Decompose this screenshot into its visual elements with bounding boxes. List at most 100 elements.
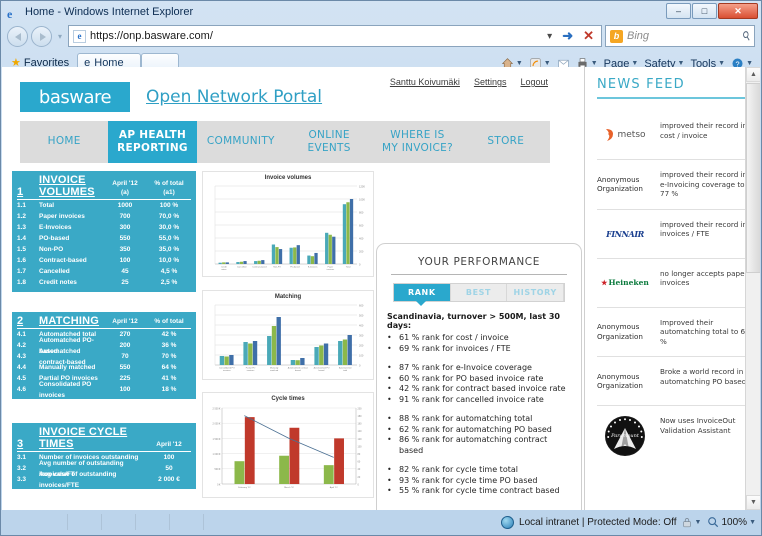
list-item[interactable]: Anonymous Organization improved their re…: [597, 160, 752, 210]
chevron-down-icon[interactable]: ▼: [695, 519, 702, 526]
nav-item-home[interactable]: HOME: [20, 121, 108, 163]
maximize-button[interactable]: □: [692, 3, 717, 19]
basware-logo[interactable]: basware: [20, 82, 130, 112]
svg-text:60: 60: [358, 461, 361, 464]
row-label: Manually matched: [39, 364, 96, 371]
settings-link[interactable]: Settings: [474, 77, 507, 87]
user-name-link[interactable]: Santtu Koivumäki: [390, 77, 460, 87]
list-item[interactable]: Anonymous Organization Improved their au…: [597, 308, 752, 357]
main-navigation: HOME AP HEALTH REPORTING COMMUNITY ONLIN…: [20, 121, 550, 163]
bullet-icon: •: [387, 475, 392, 485]
address-dropdown-icon[interactable]: ▾: [544, 31, 555, 42]
row-label: Paper invoices: [39, 213, 85, 220]
row-label: Cancelled: [39, 268, 70, 275]
address-url-text: https://onp.basware.com/: [90, 30, 213, 42]
charts-column: Invoice volumes 0 200 400 600 800 1000 1200 Cre…: [202, 171, 374, 503]
chart-invoice-volumes: Invoice volumes 0 200 400 600 800 1000 1200 Cre…: [202, 171, 374, 277]
column-header-pct: % of total: [154, 318, 184, 326]
block-matching: 2 MATCHING April '12 % of total 4.1 Autom…: [12, 312, 196, 399]
news-text: Now uses InvoiceOut Validation Assistant: [660, 416, 736, 435]
news-text: Broke a world record in automatching PO …: [660, 367, 750, 386]
chevron-down-icon[interactable]: ▼: [544, 60, 551, 67]
bullet-text: 88 % rank for automatching total: [399, 414, 533, 423]
close-button[interactable]: ✕: [718, 3, 758, 19]
list-item[interactable]: metso improved their record in cost / in…: [597, 111, 752, 160]
tab-rank[interactable]: RANK: [394, 284, 451, 301]
bullet-text: 69 % rank for invoices / FTE: [399, 343, 511, 353]
back-button[interactable]: [7, 25, 28, 47]
row-number: 1.5: [17, 246, 27, 253]
bullet-group-cycle-time: • 82 % rank for cycle time total • 93 % ra…: [387, 465, 571, 497]
row-label: E-Invoices: [39, 224, 72, 231]
chevron-down-icon[interactable]: ▼: [631, 60, 638, 67]
page-scrollbar[interactable]: ▲ ▼: [745, 67, 760, 510]
list-item: • 62 % rank for automatching PO based: [387, 425, 571, 436]
svg-text:Manuallymatched: Manually matched: [270, 368, 279, 373]
logout-link[interactable]: Logout: [520, 77, 548, 87]
nav-item-where-is-my-invoice[interactable]: WHERE IS MY INVOICE?: [373, 121, 461, 163]
news-text: Improved their automatching total to 66 …: [660, 317, 750, 346]
nav-item-store[interactable]: STORE: [462, 121, 550, 163]
chevron-down-icon[interactable]: ▼: [718, 60, 725, 67]
row-value: 550: [119, 364, 131, 371]
svg-text:0: 0: [359, 364, 361, 368]
bullet-text: 61 % rank for cost / invoice: [399, 333, 509, 342]
row-pct: 41 %: [161, 375, 177, 382]
stop-icon[interactable]: ✕: [580, 28, 597, 44]
svg-text:February '12: February '12: [238, 486, 251, 489]
row-number: 1.3: [17, 224, 27, 231]
nav-item-ap-health-reporting[interactable]: AP HEALTH REPORTING: [108, 121, 197, 163]
search-magnifier-icon[interactable]: ⚲: [739, 29, 753, 43]
svg-text:Automatched PObased: Automatched PO based: [314, 367, 330, 373]
svg-text:200: 200: [359, 250, 364, 254]
forward-button[interactable]: [31, 25, 52, 47]
list-item[interactable]: Anonymous Organization Broke a world rec…: [597, 357, 752, 406]
search-input[interactable]: b Bing ⚲: [605, 25, 755, 47]
matching-bar-chart: 0 100 200 300 400 500 600 Consolidated PO invoic…: [214, 304, 364, 373]
bullet-icon: •: [387, 333, 392, 342]
svg-text:1 500 €: 1 500 €: [213, 438, 222, 441]
svg-text:E-invoices: E-invoices: [308, 267, 318, 269]
recent-pages-caret-icon[interactable]: ▾: [55, 32, 65, 41]
nav-label-line2: REPORTING: [117, 142, 188, 154]
minimize-button[interactable]: –: [666, 3, 691, 19]
chevron-down-icon[interactable]: ▼: [516, 60, 523, 67]
svg-text:500: 500: [359, 314, 364, 318]
scroll-down-arrow-icon[interactable]: ▼: [746, 495, 760, 510]
zoom-control[interactable]: 100% ▼: [707, 516, 756, 528]
protected-mode-icon-group[interactable]: ▼: [681, 516, 702, 529]
row-number: 3.3: [17, 476, 27, 483]
row-pct: 4,5 %: [160, 268, 178, 275]
row-value: 100: [163, 454, 175, 461]
block-number: 1: [17, 186, 24, 198]
chevron-down-icon[interactable]: ▼: [678, 60, 685, 67]
svg-text:April '12: April '12: [330, 486, 339, 489]
security-zone[interactable]: Local intranet | Protected Mode: Off: [501, 515, 681, 529]
column-header-period: April '12 (a): [103, 180, 147, 198]
status-bar: Local intranet | Protected Mode: Off ▼ 1…: [2, 510, 762, 534]
list-item[interactable]: FINNAIR improved their record in invoice…: [597, 210, 752, 259]
chevron-down-icon[interactable]: ▼: [746, 60, 753, 67]
svg-text:160: 160: [358, 423, 363, 426]
performance-title: YOUR PERFORMANCE: [418, 256, 540, 268]
go-icon[interactable]: ➜: [559, 28, 576, 44]
nav-item-community[interactable]: COMMUNITY: [197, 121, 285, 163]
scrollbar-thumb[interactable]: [746, 83, 760, 273]
news-text: improved their record in e-Invoicing cov…: [660, 170, 748, 198]
tab-history[interactable]: HISTORY: [507, 284, 565, 301]
list-item[interactable]: Paramount Now uses InvoiceOut Validation…: [597, 406, 752, 466]
chevron-down-icon[interactable]: ▼: [591, 60, 598, 67]
chevron-down-icon[interactable]: ▼: [749, 519, 756, 526]
tab-best[interactable]: BEST: [451, 284, 508, 301]
list-item[interactable]: ★ Heineken no longer accepts paper invoi…: [597, 259, 752, 308]
nav-label-line1: WHERE IS: [390, 128, 445, 141]
browser-window: e Home - Windows Internet Explorer – □ ✕…: [0, 0, 762, 536]
svg-text:80: 80: [358, 453, 361, 456]
svg-text:140: 140: [358, 430, 363, 433]
nav-item-online-events[interactable]: ONLINE EVENTS: [285, 121, 373, 163]
heineken-logo-text: Heineken: [608, 278, 649, 287]
block-number: 2: [17, 315, 24, 327]
address-input[interactable]: e https://onp.basware.com/ ▾ ➜ ✕: [68, 25, 602, 47]
scroll-up-arrow-icon[interactable]: ▲: [746, 67, 760, 82]
row-pct: 42 %: [161, 331, 177, 338]
